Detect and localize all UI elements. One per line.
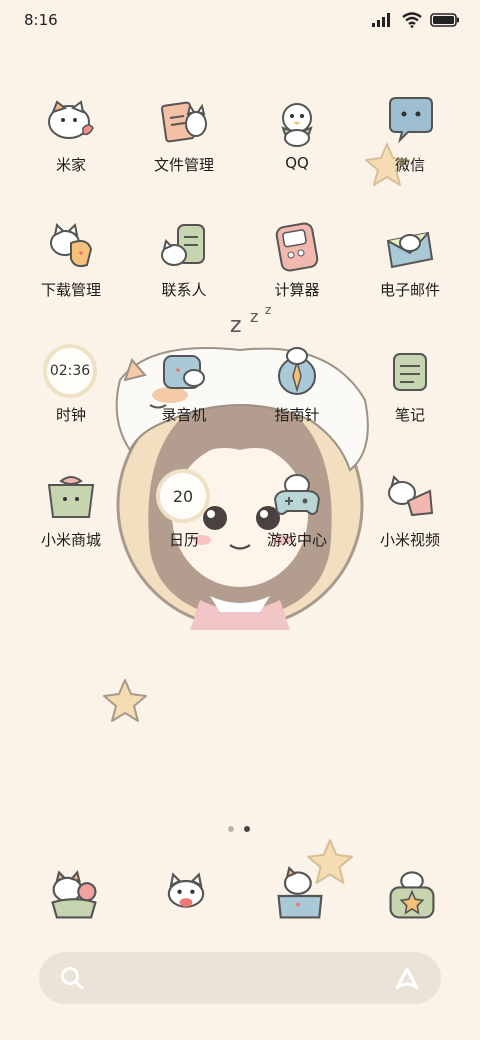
calendar-day: 20 [172, 486, 194, 506]
app-clock[interactable]: 02:36 时钟 [16, 344, 126, 454]
battery-icon [430, 13, 459, 27]
app-mi-store[interactable]: 小米商城 [16, 469, 126, 579]
app-label: QQ [285, 154, 309, 172]
app-label: 下载管理 [40, 281, 101, 299]
app-contacts[interactable]: 联系人 [129, 219, 239, 329]
chat-bubble-icon [389, 97, 433, 144]
app-calculator[interactable]: 计算器 [242, 219, 352, 329]
status-time: 8:16 [24, 11, 58, 29]
app-game-center[interactable]: 游戏中心 [242, 469, 352, 579]
cat-video-icon [388, 475, 434, 517]
app-label: 小米商城 [40, 531, 101, 549]
cat-recorder-icon [163, 355, 205, 389]
app-label: 小米视频 [379, 531, 440, 549]
assistant-icon[interactable] [393, 964, 421, 992]
app-qq[interactable]: QQ [242, 94, 352, 204]
app-label: 指南针 [274, 406, 320, 424]
cat-gamepad-icon [273, 474, 321, 515]
cat-phone-icon[interactable] [44, 866, 104, 926]
cat-compass-icon [278, 347, 316, 395]
app-label: 计算器 [274, 281, 320, 299]
calendar-icon: 20 [156, 469, 210, 523]
star-decoration-2 [103, 679, 147, 722]
wifi-icon [402, 12, 422, 28]
app-email[interactable]: 电子邮件 [355, 219, 465, 329]
cat-download-icon [50, 222, 93, 268]
cat-heart-icon [48, 100, 94, 139]
page-dot[interactable] [228, 826, 234, 832]
search-icon [61, 967, 84, 990]
page-dot-active[interactable] [244, 826, 250, 832]
cat-shop-icon [47, 476, 95, 518]
page-indicator[interactable] [228, 826, 250, 832]
app-recorder[interactable]: 录音机 [129, 344, 239, 454]
cat-file-icon [161, 101, 207, 143]
app-wechat[interactable]: 微信 [355, 94, 465, 204]
cat-mail-icon [386, 231, 434, 269]
app-label: 电子邮件 [379, 281, 440, 299]
app-mijia[interactable]: 米家 [16, 94, 126, 204]
app-label: 录音机 [161, 406, 207, 424]
cat-calculator-icon [275, 222, 319, 272]
app-label: 时钟 [55, 406, 86, 424]
signal-icon [372, 13, 390, 27]
app-mi-video[interactable]: 小米视频 [355, 469, 465, 579]
app-label: 微信 [394, 156, 425, 174]
cat-browser-icon[interactable] [270, 866, 330, 926]
status-icons [372, 12, 460, 28]
app-calendar[interactable]: 20 日历 [129, 469, 239, 579]
status-bar: 8:16 [0, 0, 480, 40]
app-label: 文件管理 [153, 156, 214, 174]
clock-icon: 02:36 [43, 344, 97, 398]
cat-contacts-icon [161, 224, 205, 266]
clock-time: 02:36 [49, 363, 91, 379]
app-compass[interactable]: 指南针 [242, 344, 352, 454]
app-file-manager[interactable]: 文件管理 [129, 94, 239, 204]
penguin-icon [281, 103, 313, 147]
app-label: 联系人 [161, 281, 207, 299]
app-notes[interactable]: 笔记 [355, 344, 465, 454]
app-label: 日历 [168, 531, 199, 549]
cat-star-icon[interactable] [382, 866, 442, 926]
app-download-manager[interactable]: 下载管理 [16, 219, 126, 329]
app-label: 米家 [55, 156, 86, 174]
app-label: 笔记 [394, 406, 425, 424]
cat-notes-icon [393, 353, 427, 391]
cat-message-icon[interactable] [156, 866, 216, 926]
app-label: 游戏中心 [266, 531, 327, 549]
search-bar[interactable] [39, 952, 441, 1004]
